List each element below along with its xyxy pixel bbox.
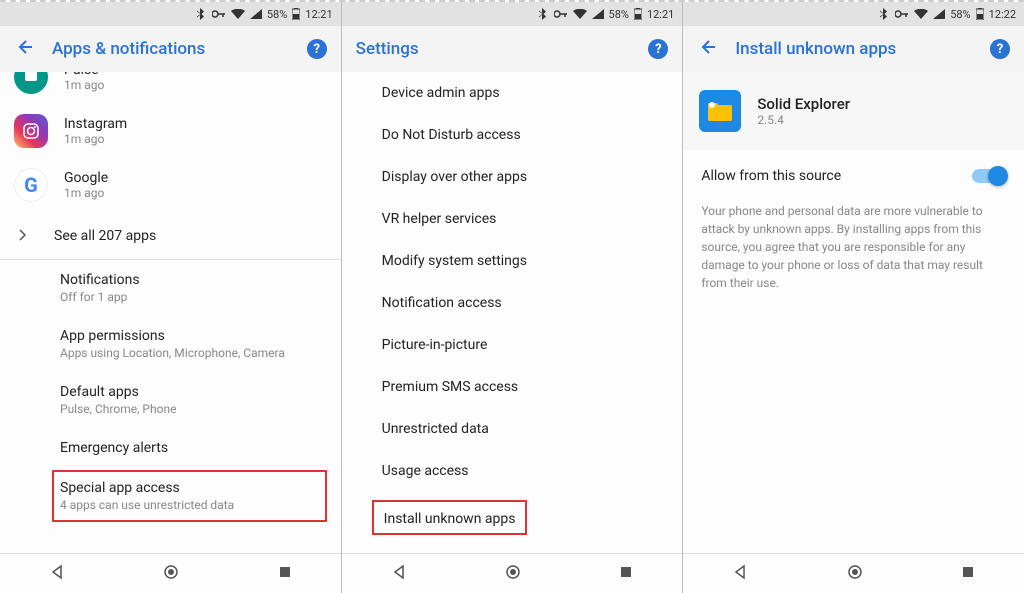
- see-all-label: See all 207 apps: [54, 228, 156, 244]
- page-title: Install unknown apps: [735, 39, 990, 59]
- toggle-label: Allow from this source: [701, 168, 841, 184]
- app-row-google[interactable]: G Google1m ago: [0, 158, 341, 212]
- app-row-instagram[interactable]: Instagram1m ago: [0, 104, 341, 158]
- setting-notification-access[interactable]: Notification access: [342, 282, 683, 324]
- setting-modify-system[interactable]: Modify system settings: [342, 240, 683, 282]
- chevron-right-icon: [18, 226, 26, 245]
- nav-recent-icon[interactable]: [619, 564, 633, 583]
- setting-notifications[interactable]: Notifications Off for 1 app: [0, 260, 341, 316]
- status-bar: 58% 12:21: [342, 2, 683, 26]
- signal-icon: [592, 9, 604, 19]
- wifi-icon: [914, 9, 928, 19]
- nav-back-icon[interactable]: [49, 564, 65, 584]
- nav-home-icon[interactable]: [847, 564, 863, 584]
- instagram-icon: [14, 114, 48, 148]
- clock: 12:21: [647, 8, 674, 21]
- nav-bar: [0, 553, 341, 593]
- help-icon[interactable]: ?: [648, 39, 668, 59]
- app-name: Instagram: [64, 116, 127, 132]
- nav-home-icon[interactable]: [505, 564, 521, 584]
- key-icon: [895, 10, 909, 18]
- app-card: Solid Explorer 2.5.4: [683, 72, 1024, 150]
- clock: 12:21: [305, 8, 332, 21]
- nav-back-icon[interactable]: [732, 564, 748, 584]
- nav-bar: [683, 553, 1024, 593]
- status-bar: 58% 12:22: [683, 2, 1024, 26]
- clock: 12:22: [989, 8, 1016, 21]
- help-icon[interactable]: ?: [990, 39, 1010, 59]
- bluetooth-icon: [197, 8, 207, 20]
- bluetooth-icon: [880, 8, 890, 20]
- bluetooth-icon: [539, 8, 549, 20]
- setting-vr-helper[interactable]: VR helper services: [342, 198, 683, 240]
- nav-bar: [342, 553, 683, 593]
- solid-explorer-icon: [699, 90, 741, 132]
- warning-text: Your phone and personal data are more vu…: [683, 202, 1024, 292]
- setting-usage-access[interactable]: Usage access: [342, 450, 683, 492]
- google-icon: G: [14, 168, 48, 202]
- app-sub: 1m ago: [64, 78, 104, 92]
- back-icon[interactable]: [697, 37, 717, 61]
- app-card-version: 2.5.4: [757, 113, 850, 127]
- wifi-icon: [573, 9, 587, 19]
- signal-icon: [250, 9, 262, 19]
- app-card-name: Solid Explorer: [757, 95, 850, 113]
- allow-source-row: Allow from this source: [683, 150, 1024, 202]
- allow-source-toggle[interactable]: [972, 169, 1006, 183]
- battery-pct: 58%: [950, 8, 970, 21]
- help-icon[interactable]: ?: [307, 39, 327, 59]
- setting-emergency-alerts[interactable]: Emergency alerts: [0, 428, 341, 468]
- signal-icon: [933, 9, 945, 19]
- see-all-apps[interactable]: See all 207 apps: [0, 212, 341, 259]
- setting-display-over[interactable]: Display over other apps: [342, 156, 683, 198]
- header: Settings ?: [342, 26, 683, 72]
- pulse-icon: [14, 72, 48, 94]
- key-icon: [212, 10, 226, 18]
- app-sub: 1m ago: [64, 186, 108, 200]
- setting-premium-sms[interactable]: Premium SMS access: [342, 366, 683, 408]
- header: Apps & notifications ?: [0, 26, 341, 72]
- app-row-pulse[interactable]: Pulse1m ago: [0, 72, 341, 104]
- back-icon[interactable]: [14, 37, 34, 61]
- app-sub: 1m ago: [64, 132, 127, 146]
- battery-icon: [976, 8, 984, 20]
- setting-device-admin[interactable]: Device admin apps: [342, 72, 683, 114]
- battery-icon: [292, 8, 300, 20]
- battery-icon: [634, 8, 642, 20]
- battery-pct: 58%: [609, 8, 629, 21]
- nav-recent-icon[interactable]: [961, 564, 975, 583]
- phone-apps-notifications: 58% 12:21 Apps & notifications ? Pulse1m…: [0, 2, 341, 593]
- phone-settings: 58% 12:21 Settings ? Device admin apps D…: [341, 2, 683, 593]
- status-bar: 58% 12:21: [0, 2, 341, 26]
- battery-pct: 58%: [267, 8, 287, 21]
- nav-back-icon[interactable]: [391, 564, 407, 584]
- setting-install-unknown[interactable]: Install unknown apps: [372, 500, 528, 535]
- setting-pip[interactable]: Picture-in-picture: [342, 324, 683, 366]
- app-name: Google: [64, 170, 108, 186]
- header: Install unknown apps ?: [683, 26, 1024, 72]
- key-icon: [554, 10, 568, 18]
- setting-unrestricted-data[interactable]: Unrestricted data: [342, 408, 683, 450]
- setting-app-permissions[interactable]: App permissions Apps using Location, Mic…: [0, 316, 341, 372]
- setting-default-apps[interactable]: Default apps Pulse, Chrome, Phone: [0, 372, 341, 428]
- nav-recent-icon[interactable]: [278, 564, 292, 583]
- setting-special-app-access[interactable]: Special app access 4 apps can use unrest…: [52, 470, 327, 522]
- nav-home-icon[interactable]: [163, 564, 179, 584]
- page-title: Settings: [356, 39, 649, 59]
- phone-install-unknown: 58% 12:22 Install unknown apps ? Solid E…: [682, 2, 1024, 593]
- wifi-icon: [231, 9, 245, 19]
- page-title: Apps & notifications: [52, 39, 307, 59]
- setting-dnd-access[interactable]: Do Not Disturb access: [342, 114, 683, 156]
